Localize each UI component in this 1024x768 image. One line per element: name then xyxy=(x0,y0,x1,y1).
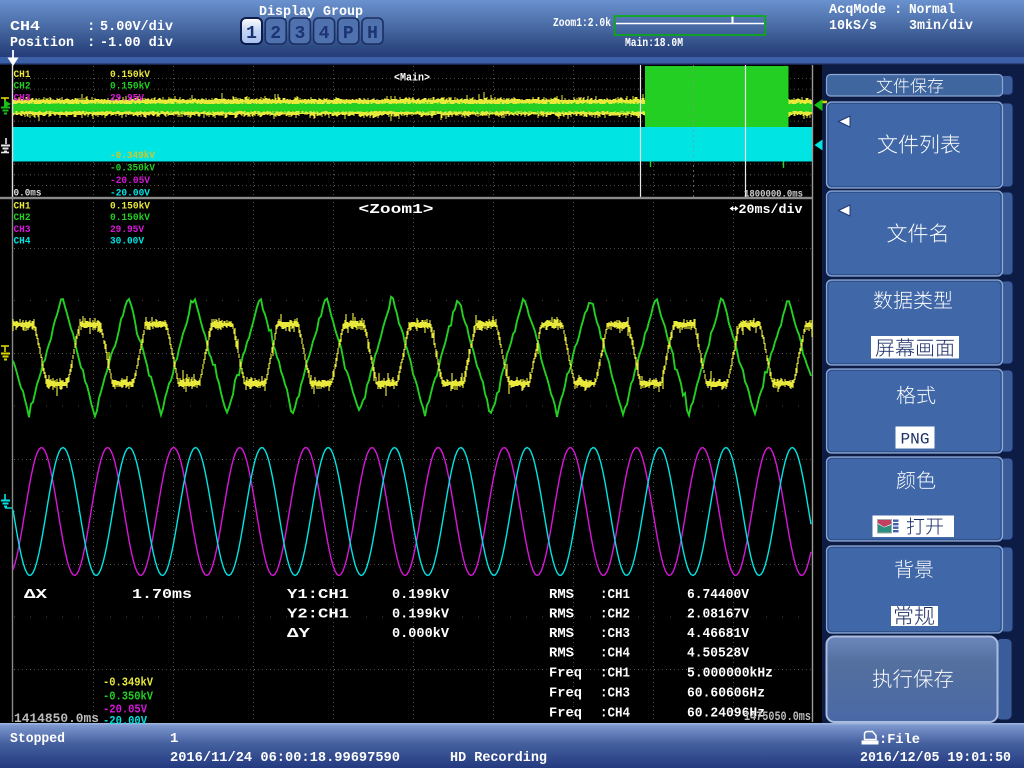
svg-text:29.95V: 29.95V xyxy=(110,224,145,236)
svg-text:ΔX: ΔX xyxy=(24,587,48,603)
svg-text:-0.350kV: -0.350kV xyxy=(103,690,154,704)
svg-text:-0.349kV: -0.349kV xyxy=(103,676,154,690)
svg-text:2016/11/24 06:00:18.99697590: 2016/11/24 06:00:18.99697590 xyxy=(170,750,400,766)
svg-text:Main:18.0M: Main:18.0M xyxy=(625,36,683,50)
svg-text:Stopped: Stopped xyxy=(10,731,65,747)
svg-text:1475050.0ms: 1475050.0ms xyxy=(744,709,811,724)
svg-text:Position: Position xyxy=(10,35,74,51)
svg-text:P: P xyxy=(343,24,354,44)
svg-text::CH4: :CH4 xyxy=(600,646,630,662)
svg-text:RMS: RMS xyxy=(549,587,574,603)
svg-text:6.74400V: 6.74400V xyxy=(687,587,750,603)
svg-text:0.199kV: 0.199kV xyxy=(392,587,450,603)
svg-text:CH4: CH4 xyxy=(10,19,40,35)
svg-text:-1.00 div: -1.00 div xyxy=(100,35,174,51)
svg-text:4.46681V: 4.46681V xyxy=(687,626,750,642)
svg-text:RMS: RMS xyxy=(549,607,574,623)
svg-text:CH1: CH1 xyxy=(14,69,31,81)
svg-text:0.150kV: 0.150kV xyxy=(110,69,151,81)
svg-text:CH3: CH3 xyxy=(14,224,31,236)
svg-text:1: 1 xyxy=(170,731,178,747)
svg-text:Freq: Freq xyxy=(549,665,582,681)
svg-text:29.95V: 29.95V xyxy=(110,92,145,104)
svg-text:10kS/s: 10kS/s xyxy=(829,18,877,34)
svg-text:0.000kV: 0.000kV xyxy=(392,626,450,642)
svg-text:5.000000kHz: 5.000000kHz xyxy=(687,665,773,681)
svg-text:0.150kV: 0.150kV xyxy=(110,212,151,224)
svg-text::: : xyxy=(87,35,95,51)
svg-text:RMS: RMS xyxy=(549,646,574,662)
svg-text:PNG: PNG xyxy=(901,431,930,449)
svg-text::CH4: :CH4 xyxy=(600,706,630,722)
svg-text:Zoom1:2.0k: Zoom1:2.0k xyxy=(553,16,611,30)
svg-text:-0.349kV: -0.349kV xyxy=(110,150,156,162)
svg-text::File: :File xyxy=(879,732,920,748)
svg-text:4.50528V: 4.50528V xyxy=(687,646,750,662)
svg-text:2016/12/05 19:01:50: 2016/12/05 19:01:50 xyxy=(860,750,1011,766)
svg-text:1: 1 xyxy=(246,24,257,44)
svg-text:1414850.0ms: 1414850.0ms xyxy=(14,711,99,726)
svg-text:0.150kV: 0.150kV xyxy=(110,201,151,213)
svg-text:RMS: RMS xyxy=(549,626,574,642)
svg-text:CH4: CH4 xyxy=(14,236,31,248)
svg-text::CH2: :CH2 xyxy=(600,607,630,623)
svg-text::CH1: :CH1 xyxy=(600,665,630,681)
svg-text:AcqMode: AcqMode xyxy=(829,2,886,18)
svg-text:1.70ms: 1.70ms xyxy=(132,587,192,603)
svg-text:3: 3 xyxy=(294,24,305,44)
svg-text:H: H xyxy=(367,24,378,44)
svg-text:20ms/div: 20ms/div xyxy=(739,202,803,217)
svg-text::CH3: :CH3 xyxy=(600,685,630,701)
svg-text:-20.00V: -20.00V xyxy=(103,714,148,728)
svg-text:HD Recording: HD Recording xyxy=(450,750,547,766)
svg-text:0.199kV: 0.199kV xyxy=(392,607,450,623)
svg-text:4: 4 xyxy=(319,24,330,44)
svg-text:<Main>: <Main> xyxy=(394,73,430,85)
svg-text:2.08167V: 2.08167V xyxy=(687,607,750,623)
svg-text:<Zoom1>: <Zoom1> xyxy=(359,202,434,218)
svg-text::: : xyxy=(894,2,902,18)
svg-text:Normal: Normal xyxy=(909,2,955,18)
svg-text:ΔY: ΔY xyxy=(287,626,311,642)
svg-text:Freq: Freq xyxy=(549,685,582,701)
svg-text:CH2: CH2 xyxy=(14,212,31,224)
svg-text:-0.350kV: -0.350kV xyxy=(110,163,156,175)
svg-text:30.00V: 30.00V xyxy=(110,236,145,248)
svg-text:0.150kV: 0.150kV xyxy=(110,81,151,93)
svg-text:3min/div: 3min/div xyxy=(909,18,974,34)
svg-text::CH1: :CH1 xyxy=(600,587,630,603)
svg-text::: : xyxy=(87,19,95,35)
svg-text:CH1: CH1 xyxy=(14,201,31,213)
svg-text:-20.05V: -20.05V xyxy=(110,175,151,187)
svg-text:Freq: Freq xyxy=(549,706,582,722)
svg-text:Y1:CH1: Y1:CH1 xyxy=(287,587,349,603)
svg-text::CH3: :CH3 xyxy=(600,626,630,642)
svg-text:Y2:CH1: Y2:CH1 xyxy=(287,607,349,623)
svg-text:CH3: CH3 xyxy=(14,92,31,104)
svg-text:60.60606Hz: 60.60606Hz xyxy=(687,685,765,701)
svg-text:5.00V/div: 5.00V/div xyxy=(100,19,174,35)
svg-text:2: 2 xyxy=(270,24,281,44)
svg-text:CH2: CH2 xyxy=(14,81,31,93)
